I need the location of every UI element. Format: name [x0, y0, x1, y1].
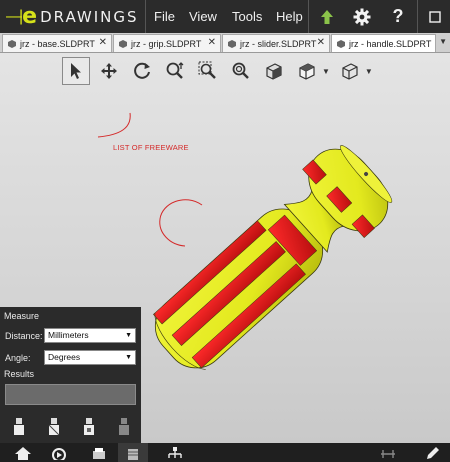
measure-point-icon[interactable] — [8, 415, 30, 437]
distance-label: Distance: — [5, 331, 43, 341]
select-icon[interactable] — [62, 57, 90, 85]
results-field — [5, 384, 136, 405]
menu-tools-label: Tools — [232, 9, 263, 24]
title-bar: —| e DRAWINGS File View Tools Help ? — [0, 0, 450, 33]
chevron-down-icon: ▼ — [125, 354, 132, 361]
menu-help-label: Help — [276, 9, 303, 24]
tab-label: jrz - slider.SLDPRT — [240, 38, 317, 49]
part-icon — [337, 39, 345, 48]
close-icon[interactable]: ✕ — [317, 37, 325, 48]
measure-panel: Measure Distance: Millimeters ▼ Angle: D… — [0, 307, 141, 443]
tab-slider[interactable]: jrz - slider.SLDPRT ✕ — [222, 34, 330, 52]
tab-base[interactable]: jrz - base.SLDPRT ✕ — [2, 34, 112, 52]
gear-icon[interactable] — [347, 0, 377, 33]
close-icon[interactable]: ✕ — [99, 37, 107, 48]
rotate-icon[interactable] — [128, 57, 156, 85]
home-icon[interactable] — [8, 443, 38, 462]
angle-unit-select[interactable]: Degrees ▼ — [44, 350, 136, 365]
part-icon — [119, 39, 127, 48]
zoom-to-area-icon[interactable] — [194, 57, 222, 85]
view-toolbar: ▼ ▼ — [62, 57, 379, 85]
measure-face-icon[interactable] — [78, 415, 100, 437]
document-tabs: jrz - base.SLDPRT ✕ jrz - grip.SLDPRT ✕ … — [0, 33, 450, 53]
menu-divider — [308, 0, 309, 33]
menu-file[interactable]: File — [154, 0, 175, 33]
window-icon[interactable] — [420, 0, 450, 33]
display-style-dropdown-icon[interactable]: ▼ — [322, 67, 330, 76]
pan-icon[interactable] — [95, 57, 123, 85]
tab-grip[interactable]: jrz - grip.SLDPRT ✕ — [113, 34, 221, 52]
section-view-icon[interactable] — [336, 57, 364, 85]
print-icon[interactable] — [84, 443, 114, 462]
view-orientation-icon[interactable] — [260, 57, 288, 85]
display-style-icon[interactable] — [293, 57, 321, 85]
part-icon — [228, 39, 236, 48]
up-arrow-icon[interactable] — [312, 0, 342, 33]
measure-title: Measure — [4, 311, 40, 321]
menu-divider — [145, 0, 146, 33]
help-icon[interactable]: ? — [383, 0, 413, 33]
part-icon — [8, 39, 16, 48]
measure-tools — [8, 415, 148, 437]
logo-letter: e — [22, 4, 38, 29]
zoom-to-fit-icon[interactable] — [227, 57, 255, 85]
menu-help[interactable]: Help — [276, 0, 303, 33]
animate-icon[interactable] — [44, 443, 74, 462]
markup-pencil-icon[interactable] — [418, 443, 448, 462]
distance-unit-select[interactable]: Millimeters ▼ — [44, 328, 136, 343]
tab-handle[interactable]: jrz - handle.SLDPRT — [331, 34, 436, 52]
distance-unit-value: Millimeters — [48, 330, 89, 340]
logo-text: DRAWINGS — [40, 7, 139, 26]
model-handle — [153, 145, 393, 370]
menu-tools[interactable]: Tools — [232, 0, 262, 33]
tab-label: jrz - base.SLDPRT — [20, 38, 95, 49]
angle-label: Angle: — [5, 353, 31, 363]
logo-arrow-icon: —| — [6, 7, 23, 25]
measure-edge-icon[interactable] — [43, 415, 65, 437]
tab-list-dropdown-icon[interactable]: ▼ — [439, 37, 447, 46]
angle-unit-value: Degrees — [48, 352, 81, 362]
menu-view-label: View — [189, 9, 217, 24]
chevron-down-icon: ▼ — [125, 332, 132, 339]
tab-label: jrz - handle.SLDPRT — [349, 38, 432, 49]
app-logo: —| e DRAWINGS — [0, 0, 145, 33]
menu-view[interactable]: View — [189, 0, 217, 33]
menu-file-label: File — [154, 9, 175, 24]
tab-label: jrz - grip.SLDPRT — [131, 38, 202, 49]
results-label: Results — [4, 369, 35, 379]
configurations-icon[interactable] — [160, 443, 190, 462]
bottom-toolbar — [0, 443, 450, 462]
menu-divider — [417, 0, 418, 33]
close-icon[interactable]: ✕ — [208, 37, 216, 48]
measure-tool-icon[interactable] — [373, 443, 403, 462]
components-icon[interactable] — [118, 443, 148, 462]
section-view-dropdown-icon[interactable]: ▼ — [365, 67, 373, 76]
zoom-icon[interactable] — [161, 57, 189, 85]
measure-clear-icon[interactable] — [113, 415, 135, 437]
